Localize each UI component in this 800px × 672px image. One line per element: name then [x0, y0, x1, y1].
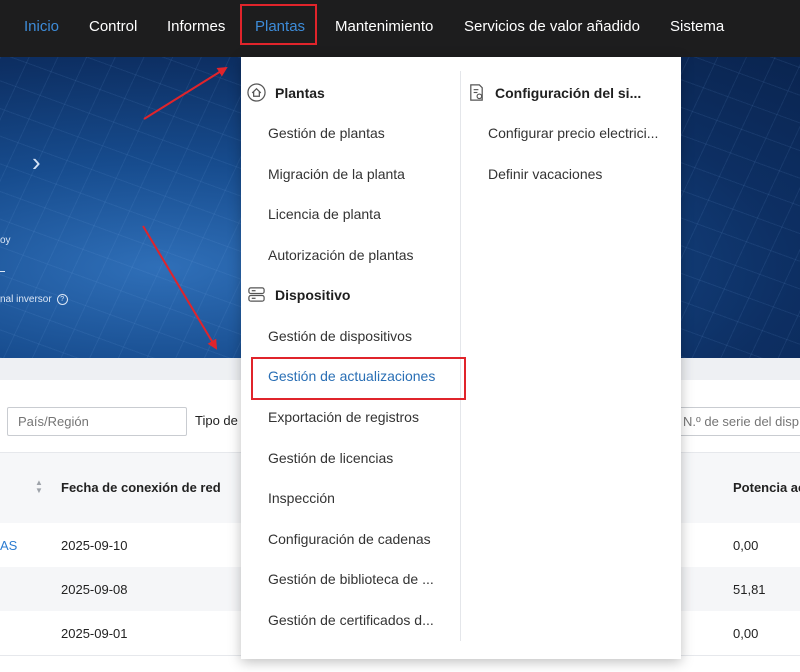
help-icon[interactable]: ? — [56, 294, 68, 305]
nav-item-inicio[interactable]: Inicio — [24, 18, 59, 35]
column-header-power[interactable]: Potencia ac — [733, 480, 800, 495]
hero-text-2-label: nal inversor — [0, 294, 52, 306]
chevron-right-icon[interactable]: › — [32, 149, 41, 175]
plantas-highlight-box — [240, 4, 317, 45]
menu-item-gestion-licencias[interactable]: Gestión de licencias — [268, 450, 453, 466]
grid-date-cell: 2025-09-10 — [61, 538, 128, 553]
nav-item-informes[interactable]: Informes — [167, 18, 225, 35]
menu-group-dispositivo: Dispositivo — [275, 287, 351, 303]
hero-text-2: nal inversor? — [0, 294, 68, 305]
grid-date-cell: 2025-09-01 — [61, 626, 128, 641]
nav-item-sistema[interactable]: Sistema — [670, 18, 724, 35]
settings-document-icon — [467, 83, 486, 107]
plant-name-link[interactable]: AS — [0, 538, 17, 553]
hero-divider — [0, 271, 5, 272]
power-cell: 0,00 — [733, 538, 759, 553]
nav-item-servicios[interactable]: Servicios de valor añadido — [464, 18, 640, 35]
menu-item-gestion-plantas[interactable]: Gestión de plantas — [268, 125, 453, 141]
country-region-input[interactable] — [7, 407, 187, 436]
nav-item-mantenimiento[interactable]: Mantenimiento — [335, 18, 433, 35]
menu-item-migracion-planta[interactable]: Migración de la planta — [268, 166, 453, 182]
menu-item-configuracion-cadenas[interactable]: Configuración de cadenas — [268, 531, 453, 547]
menu-item-gestion-biblioteca[interactable]: Gestión de biblioteca de ... — [268, 571, 453, 587]
type-filter-label: Tipo de — [195, 413, 238, 428]
server-icon — [247, 285, 266, 309]
sort-icon[interactable]: ▲ ▼ — [35, 479, 43, 495]
home-icon — [247, 83, 266, 107]
menu-item-exportacion-registros[interactable]: Exportación de registros — [268, 409, 453, 425]
menu-item-licencia-planta[interactable]: Licencia de planta — [268, 206, 453, 222]
grid-date-cell: 2025-09-08 — [61, 582, 128, 597]
plantas-dropdown-menu: Plantas Gestión de plantas Migración de … — [241, 57, 681, 659]
nav-item-control[interactable]: Control — [89, 18, 137, 35]
menu-item-configurar-precio[interactable]: Configurar precio electrici... — [488, 125, 676, 141]
power-cell: 51,81 — [733, 582, 766, 597]
selected-item-highlight-box — [251, 357, 466, 400]
menu-group-configuracion: Configuración del si... — [495, 85, 642, 101]
top-nav: Inicio Control Informes Plantas Mantenim… — [0, 0, 800, 57]
menu-column-divider — [460, 71, 461, 641]
menu-group-plantas: Plantas — [275, 85, 325, 101]
column-header-grid-date[interactable]: Fecha de conexión de red — [61, 480, 221, 495]
menu-item-definir-vacaciones[interactable]: Definir vacaciones — [488, 166, 676, 182]
menu-item-gestion-certificados[interactable]: Gestión de certificados d... — [268, 612, 453, 628]
hero-text-1: oy — [0, 235, 11, 246]
menu-item-gestion-dispositivos[interactable]: Gestión de dispositivos — [268, 328, 453, 344]
power-cell: 0,00 — [733, 626, 759, 641]
menu-item-autorizacion-plantas[interactable]: Autorización de plantas — [268, 247, 453, 263]
device-serial-input[interactable] — [672, 407, 800, 436]
menu-item-inspeccion[interactable]: Inspección — [268, 490, 453, 506]
